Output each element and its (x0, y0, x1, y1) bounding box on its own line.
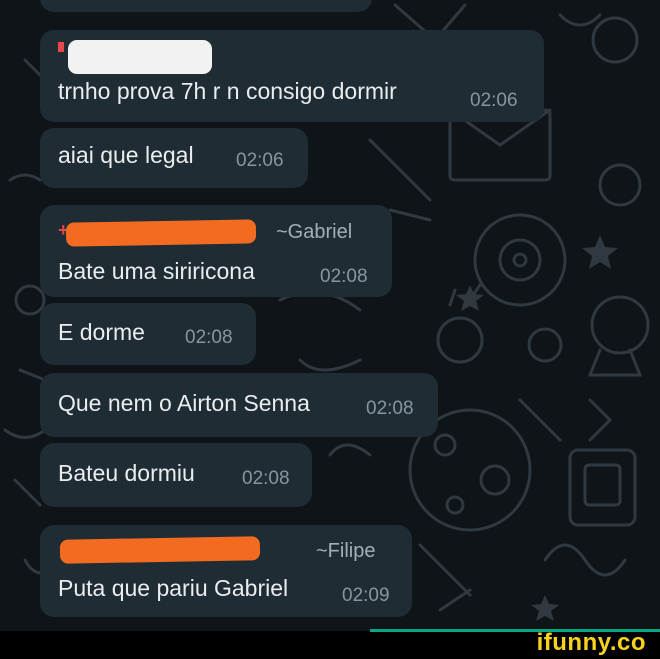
message-time: 02:08 (320, 266, 368, 287)
redacted-sender-phone (59, 536, 261, 564)
message-bubble[interactable]: aiai que legal 02:06 (40, 128, 308, 188)
message-text: Puta que pariu Gabriel (58, 575, 289, 601)
message-time: 02:08 (242, 468, 290, 489)
message-text: trnho prova 7h r n consigo dormir (58, 78, 397, 104)
message-text: Que nem o Airton Senna (58, 390, 310, 416)
message-text: E dorme (58, 319, 145, 345)
message-text: aiai que legal (58, 142, 194, 168)
message-bubble[interactable]: Bateu dormiu 02:08 (40, 443, 312, 507)
message-bubble[interactable]: + ~Gabriel Bate uma siriricona 02:08 (40, 205, 392, 297)
message-text: Bateu dormiu (58, 460, 195, 486)
message-time: 02:08 (366, 398, 414, 419)
message-bubble[interactable]: E dorme 02:08 (40, 303, 256, 365)
message-time: 02:06 (470, 90, 518, 111)
redacted-sender-mark (58, 42, 64, 52)
message-text: Bate uma siriricona (58, 258, 255, 284)
redacted-sender-phone (65, 219, 257, 247)
sender-name: ~Filipe (316, 540, 376, 562)
ifunny-watermark: ifunny.co (536, 629, 646, 656)
redacted-sender-name (68, 40, 212, 74)
message-bubble[interactable]: ~Filipe Puta que pariu Gabriel 02:09 (40, 525, 412, 617)
message-bubble-partial (40, 0, 372, 12)
message-bubble[interactable]: trnho prova 7h r n consigo dormir 02:06 (40, 30, 544, 122)
message-time: 02:08 (185, 327, 233, 348)
message-bubble[interactable]: Que nem o Airton Senna 02:08 (40, 373, 438, 437)
message-time: 02:06 (236, 150, 284, 171)
sender-name: ~Gabriel (276, 221, 353, 243)
message-time: 02:09 (342, 585, 390, 606)
